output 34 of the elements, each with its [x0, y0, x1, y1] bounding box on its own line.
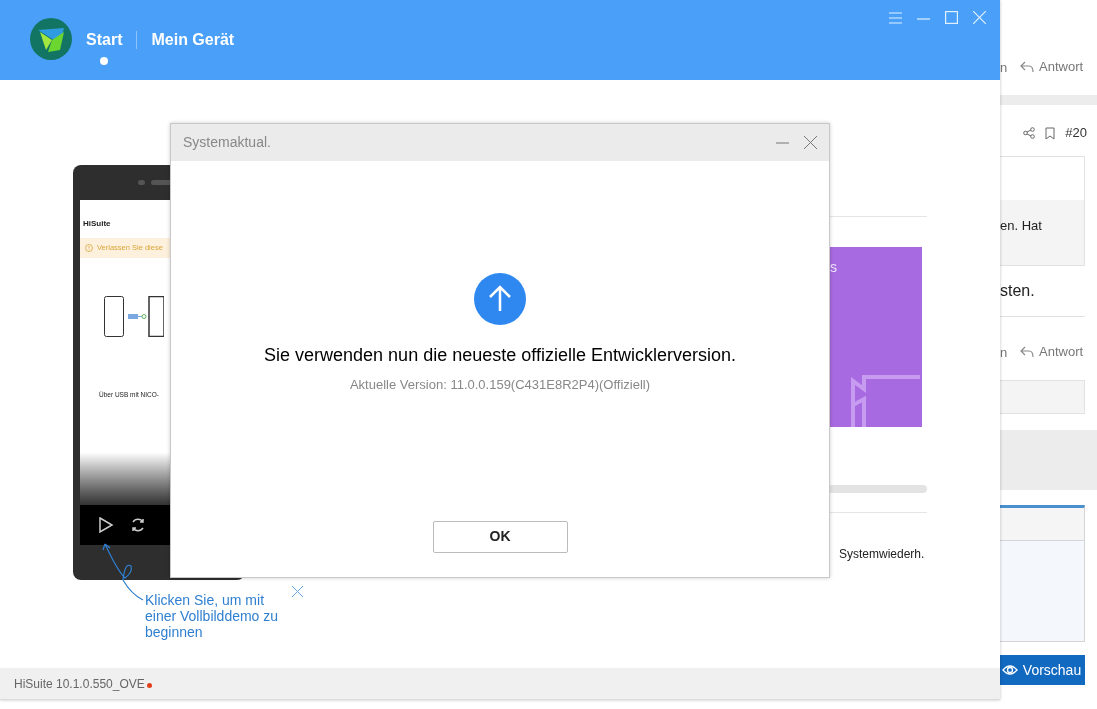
ok-button[interactable]: OK — [432, 520, 568, 553]
warning-icon — [85, 244, 93, 252]
action-label: n — [1000, 345, 1008, 359]
eye-icon — [1001, 664, 1018, 676]
refresh-icon[interactable] — [130, 517, 146, 533]
app-logo — [30, 18, 72, 60]
share-icon[interactable] — [1023, 127, 1036, 139]
demo-hint-text: Klicken Sie, um mit einer Vollbilddemo zu beginnen — [145, 592, 280, 640]
reply-icon — [1020, 346, 1034, 358]
preview-button[interactable]: Vorschau — [998, 655, 1085, 685]
bookmark-icon[interactable] — [1045, 126, 1056, 140]
dialog-message: Sie verwenden nun die neueste offizielle Entwicklerversion. — [264, 344, 736, 367]
post-text: sten. — [1000, 281, 1036, 301]
card-title: s — [829, 258, 838, 277]
play-icon[interactable] — [98, 517, 114, 533]
close-icon[interactable] — [804, 136, 817, 149]
maximize-icon[interactable] — [945, 11, 958, 24]
usb-connection-drawing — [104, 296, 164, 337]
quote-text: en. Hat — [1000, 218, 1042, 233]
nav-tab[interactable]: Mein Gerät — [151, 31, 235, 65]
action-label[interactable]: Systemwiederh. — [828, 545, 927, 563]
nav-tab[interactable]: Start — [86, 31, 123, 65]
reply-link[interactable]: Antwort — [1039, 57, 1084, 77]
current-version-text: Aktuelle Version: 11.0.0.159(C431E8R2P4)(Offiziell) — [349, 376, 651, 394]
post-number: #20 — [1065, 124, 1087, 143]
app-title: HiSuite — [82, 218, 112, 230]
version-label: HiSuite 10.1.0.550_OVE — [14, 675, 145, 693]
reply-link[interactable]: Antwort — [1039, 342, 1084, 362]
reply-icon — [1020, 61, 1034, 73]
dialog-title: Systemaktual. — [183, 133, 271, 152]
action-label: n — [1000, 60, 1008, 74]
editor-box[interactable] — [1000, 505, 1085, 642]
feature-card[interactable]: s — [828, 247, 922, 427]
close-icon[interactable] — [292, 586, 303, 597]
